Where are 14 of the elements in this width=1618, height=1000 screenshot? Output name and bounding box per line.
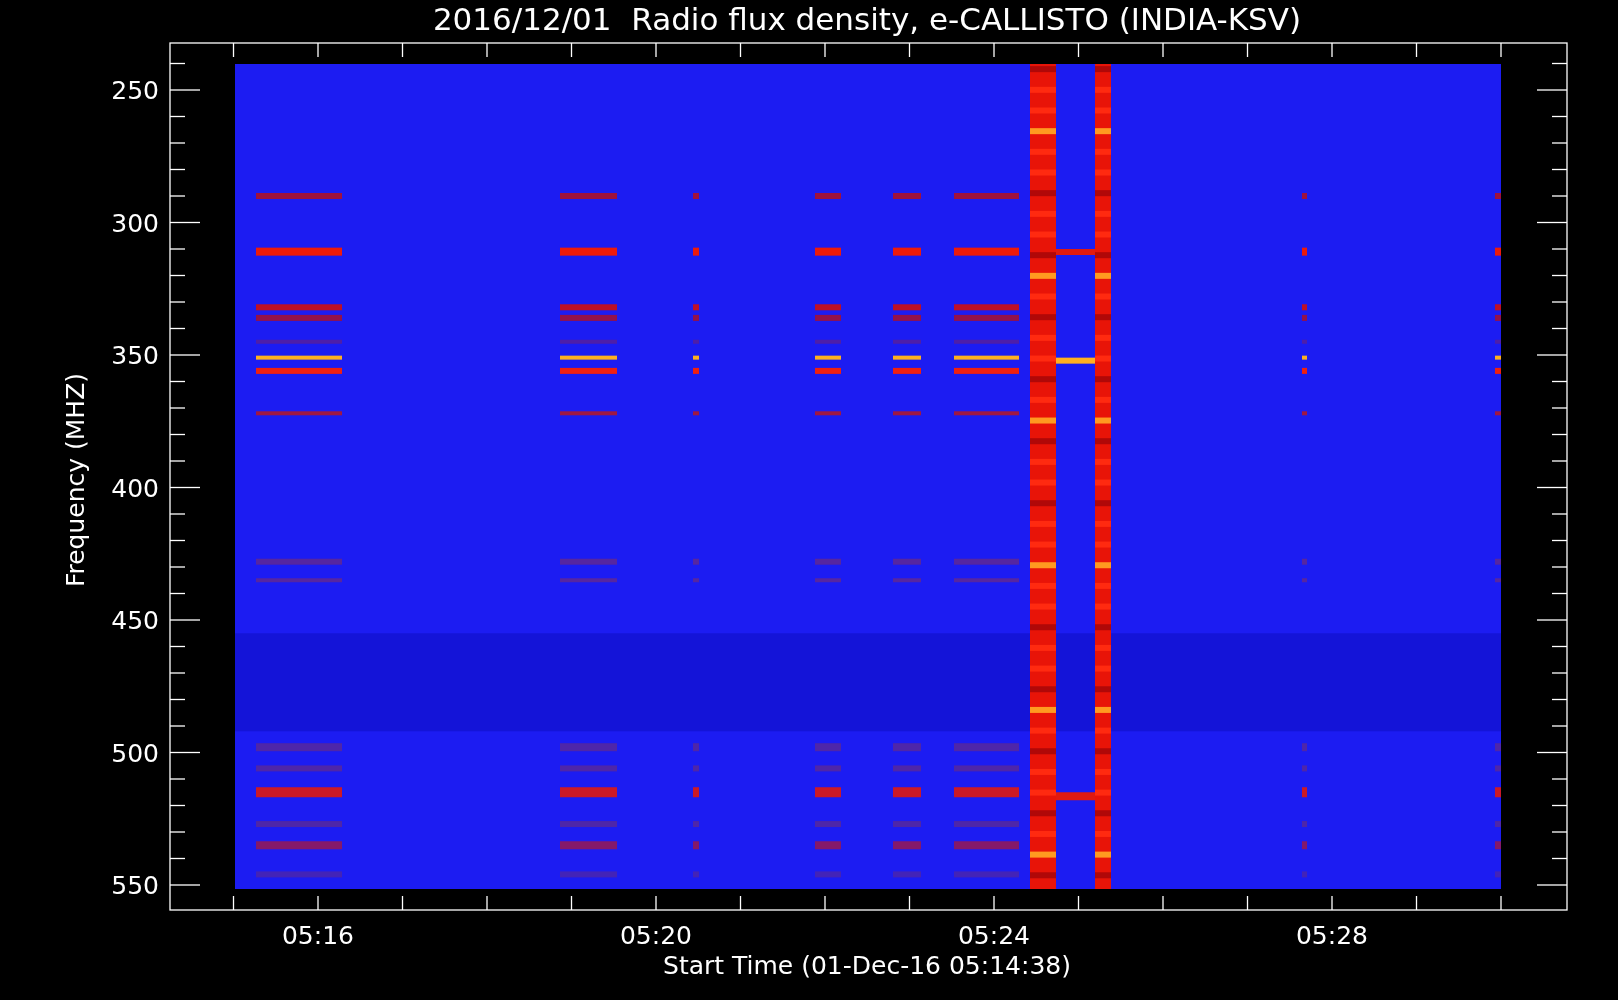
y-tick-label: 450 bbox=[111, 606, 159, 635]
x-axis-label: Start Time (01-Dec-16 05:14:38) bbox=[663, 951, 1071, 980]
y-tick-label: 250 bbox=[111, 76, 159, 105]
y-tick-label: 350 bbox=[111, 341, 159, 370]
y-tick-label: 300 bbox=[111, 208, 159, 238]
x-tick-label: 05:28 bbox=[1296, 921, 1368, 950]
y-tick-label: 500 bbox=[111, 738, 159, 768]
x-tick-label: 05:16 bbox=[282, 921, 354, 950]
y-tick-label: 550 bbox=[111, 871, 159, 900]
y-tick-label: 400 bbox=[111, 473, 159, 503]
y-axis-label: Frequency (MHZ) bbox=[61, 372, 90, 588]
x-tick-label: 05:20 bbox=[620, 921, 692, 950]
chart-title: 2016/12/01 Radio flux density, e-CALLISTO (INDIA-KSV) bbox=[432, 1, 1302, 37]
x-tick-label: 05:24 bbox=[958, 921, 1030, 950]
